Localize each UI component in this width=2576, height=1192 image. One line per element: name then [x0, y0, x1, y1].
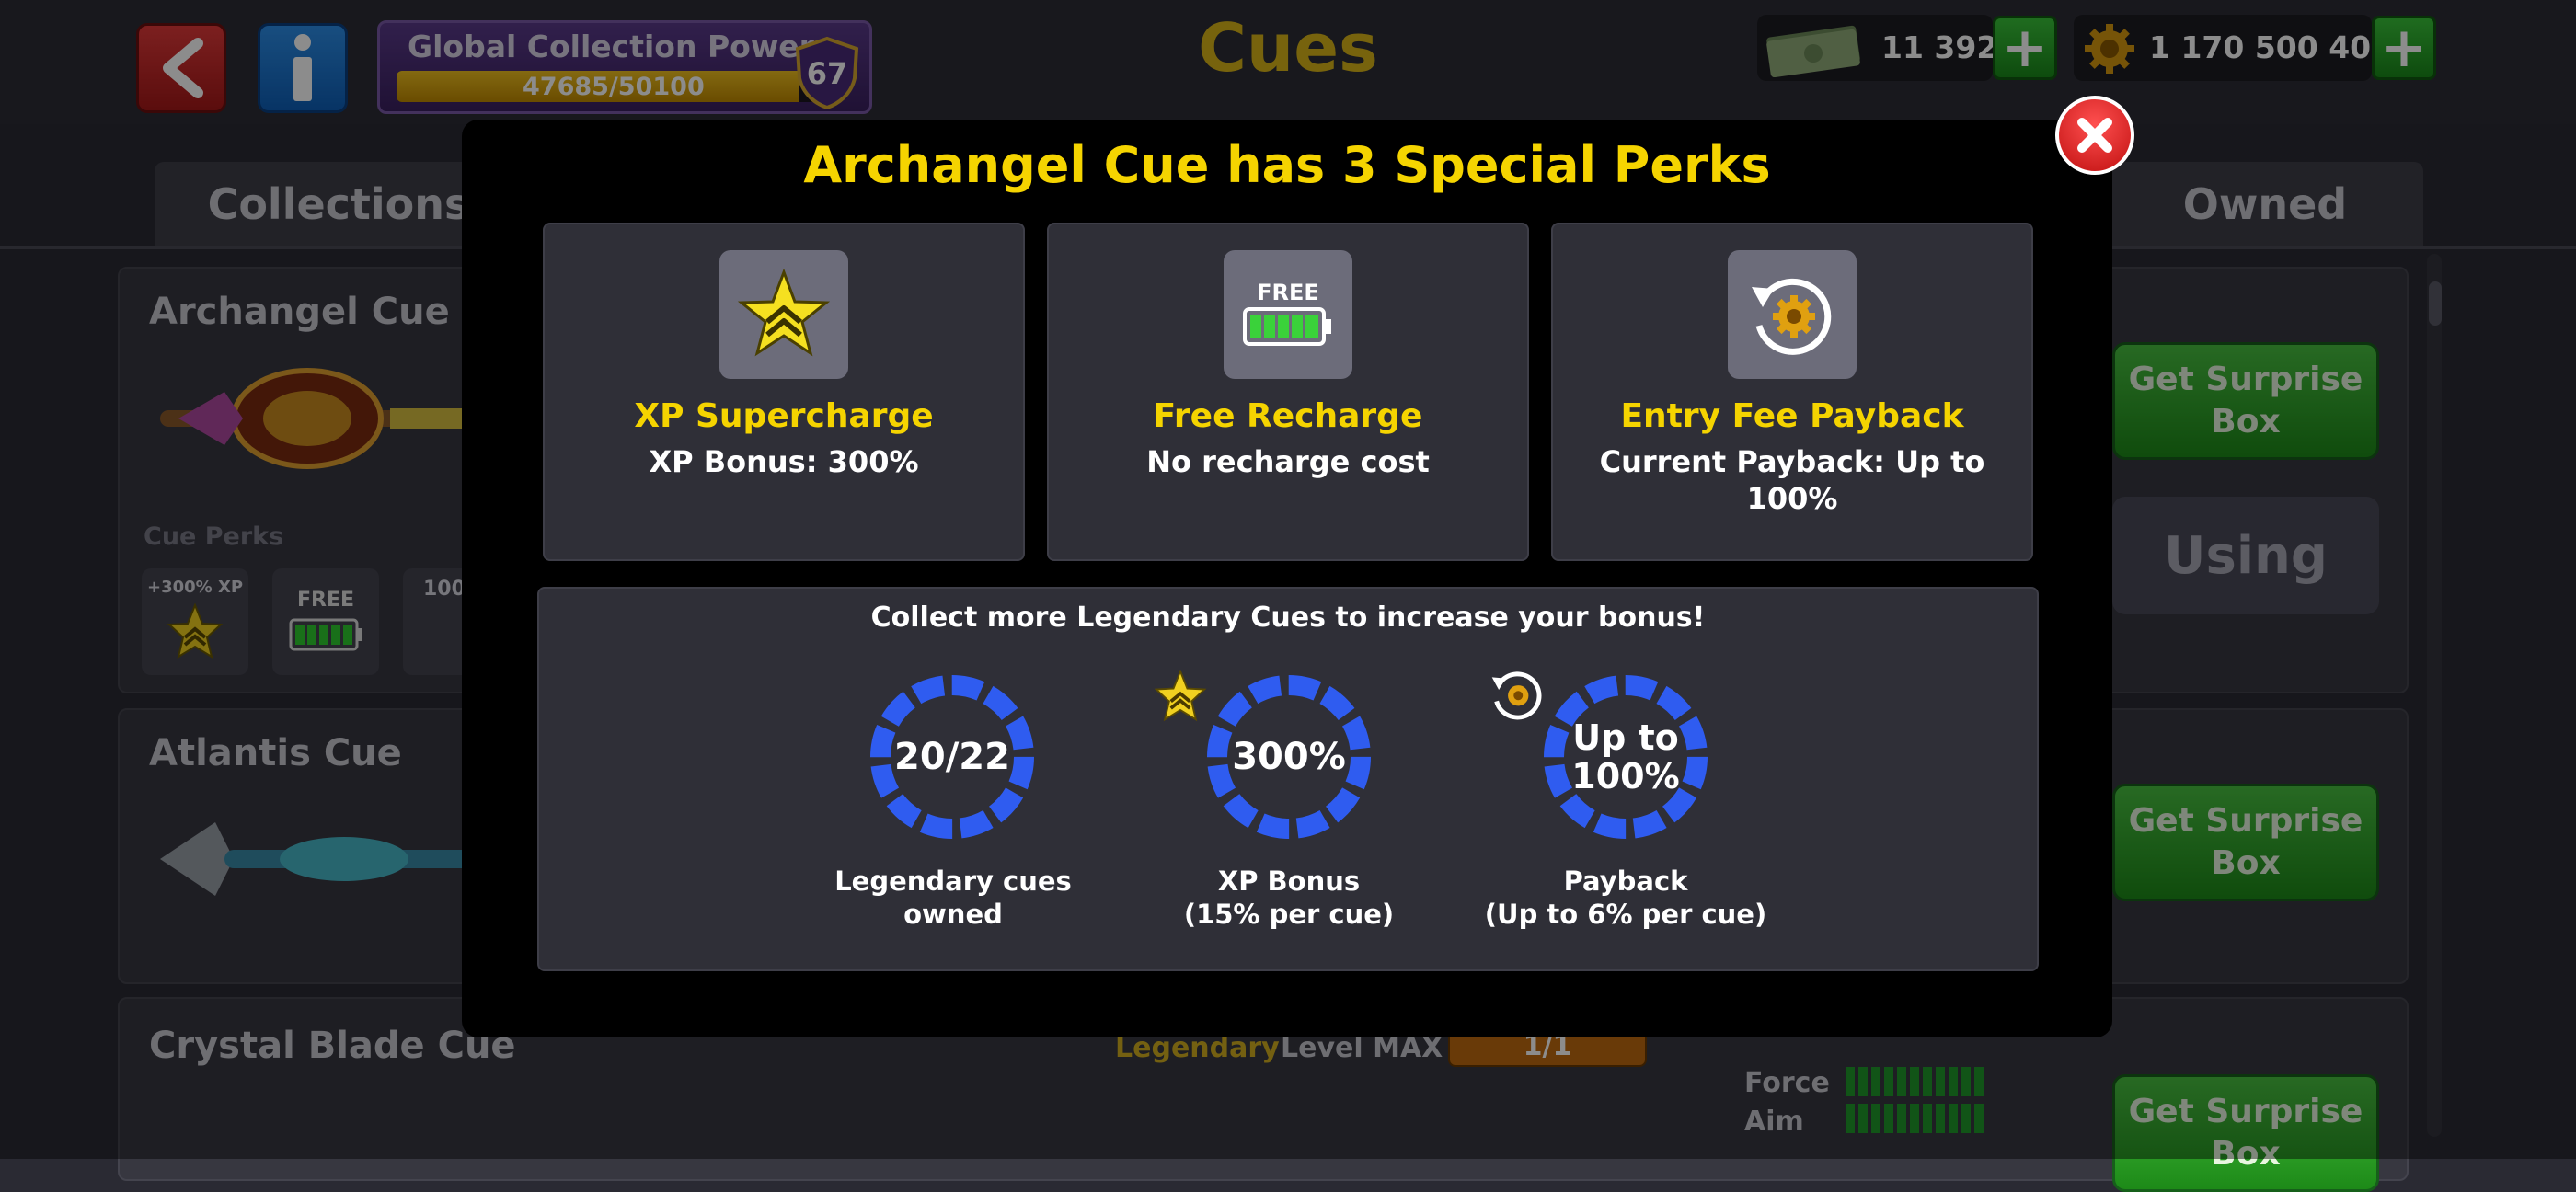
perk-desc: No recharge cost — [1146, 444, 1430, 479]
bonus-heading: Collect more Legendary Cues to increase … — [870, 602, 1706, 634]
perk-icon-box — [1728, 250, 1857, 379]
close-modal-button[interactable] — [2055, 96, 2134, 175]
perk-card-xp-supercharge: XP Supercharge XP Bonus: 300% — [543, 223, 1025, 561]
xp-bonus-label-line2: (15% per cue) — [1183, 899, 1395, 930]
perk-desc: XP Bonus: 300% — [649, 444, 919, 479]
legendary-owned-label-line2: owned — [903, 899, 1003, 930]
payback-coin-icon — [1752, 278, 1832, 355]
payback-label-line2: (Up to 6% per cue) — [1484, 899, 1767, 930]
close-icon — [2077, 118, 2112, 153]
free-battery-icon: FREE — [1243, 280, 1331, 346]
legendary-owned-value: 20/22 — [894, 736, 1010, 778]
legendary-bonus-panel: Collect more Legendary Cues to increase … — [537, 587, 2039, 971]
perk-name: XP Supercharge — [634, 397, 934, 435]
legendary-owned-label: Legendary cues owned — [797, 865, 1110, 931]
xp-star-icon — [1154, 670, 1207, 722]
payback-value-line1: Up to — [1572, 717, 1679, 758]
payback-icon — [1491, 671, 1542, 720]
payback-label: Payback (Up to 6% per cue) — [1465, 865, 1787, 931]
perk-icon-box: FREE — [1224, 250, 1352, 379]
payback-value-line2: 100% — [1571, 756, 1680, 797]
xp-bonus-label: XP Bonus (15% per cue) — [1133, 865, 1445, 931]
xp-bonus-label-line1: XP Bonus — [1217, 865, 1361, 897]
legendary-owned-label-line1: Legendary cues — [834, 865, 1072, 897]
modal-title: Archangel Cue has 3 Special Perks — [803, 136, 1771, 194]
perk-name: Free Recharge — [1153, 397, 1423, 435]
perk-card-entry-fee-payback: Entry Fee Payback Current Payback: Up to… — [1551, 223, 2033, 561]
perk-desc: Current Payback: Up to 100% — [1599, 444, 1985, 516]
payback-label-line1: Payback — [1563, 865, 1688, 897]
star-chevron-icon — [738, 269, 830, 357]
perk-icon-box — [719, 250, 848, 379]
payback-value: Up to 100% — [1540, 671, 1711, 842]
perk-name: Entry Fee Payback — [1620, 397, 1964, 435]
free-battery-label: FREE — [1257, 280, 1319, 305]
perk-card-free-recharge: FREE Free Recharge No recharge cost — [1047, 223, 1529, 561]
special-perks-modal: Archangel Cue has 3 Special Perks XP Sup… — [462, 120, 2112, 1037]
xp-bonus-value: 300% — [1232, 736, 1346, 778]
